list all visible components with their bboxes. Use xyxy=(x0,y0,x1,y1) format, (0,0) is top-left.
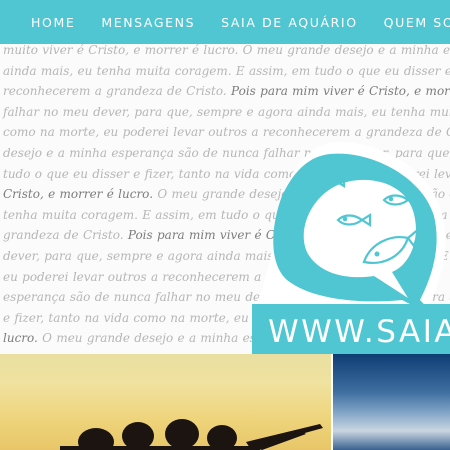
scripture-line: ainda mais, eu tenha muita coragem. E as… xyxy=(3,61,450,82)
stormy-sky-photo[interactable] xyxy=(333,354,450,450)
site-logo[interactable]: WWW.SAIAD xyxy=(252,104,450,354)
nav-quem-somos[interactable]: QUEM SOMOS xyxy=(371,15,450,30)
scripture-line: muito viver é Cristo, e morrer é lucro. … xyxy=(3,44,450,61)
friends-silhouette-photo[interactable] xyxy=(0,354,331,450)
nav-mensagens[interactable]: MENSAGENS xyxy=(88,15,208,30)
scripture-segment: ainda mais, eu tenha muita coragem. E as… xyxy=(3,63,450,78)
header-banner: muito viver é Cristo, e morrer é lucro. … xyxy=(0,44,450,354)
scripture-line: reconhecerem a grandeza de Cristo. Pois … xyxy=(3,81,450,102)
scripture-segment: muito viver é Cristo, e morrer é lucro. … xyxy=(3,44,450,57)
scripture-highlight: Cristo, e morrer é lucro. xyxy=(3,187,154,202)
scripture-highlight: lucro. xyxy=(3,331,38,346)
top-nav: HOME MENSAGENS SAIA DE AQUÁRIO QUEM SOMO… xyxy=(0,0,450,44)
photo-strip xyxy=(0,354,450,450)
scripture-segment: reconhecerem a grandeza de Cristo. xyxy=(3,84,232,99)
nav-saia-de-aquario[interactable]: SAIA DE AQUÁRIO xyxy=(208,15,371,30)
nav-home[interactable]: HOME xyxy=(0,15,88,30)
logo-text: WWW.SAIAD xyxy=(268,314,450,350)
scripture-highlight: Pois para mim viver é Cristo, e morrer é… xyxy=(231,84,450,99)
scripture-segment: grandeza de Cristo. xyxy=(3,228,128,243)
